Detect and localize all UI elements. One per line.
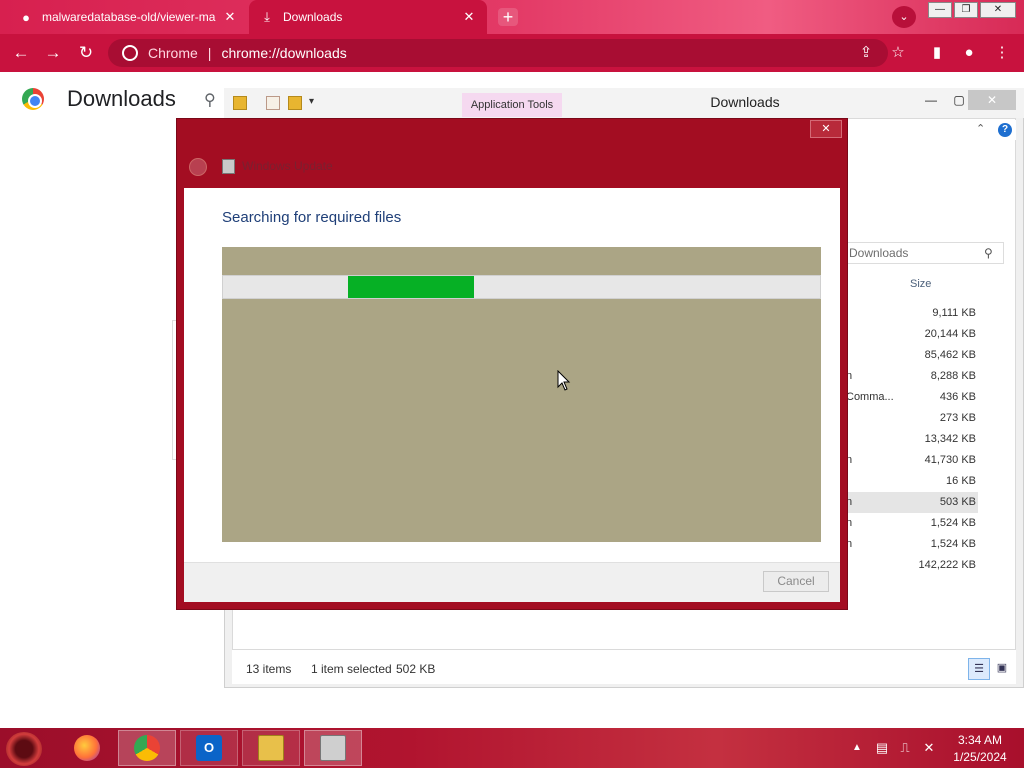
details-view-icon[interactable]: ☰ (968, 658, 990, 680)
file-size-cell[interactable]: 436 KB (900, 387, 976, 408)
new-tab-button[interactable]: + (498, 8, 518, 26)
url-text: chrome://downloads (221, 45, 347, 61)
dialog-close-button[interactable]: ✕ (810, 120, 842, 138)
close-tab-icon[interactable]: ✕ (461, 9, 477, 25)
volume-muted-icon[interactable]: ✕ (921, 740, 937, 756)
restore-button[interactable]: ❐ (954, 2, 978, 18)
tab-title: Downloads (283, 10, 343, 24)
back-circle-icon[interactable] (189, 158, 207, 176)
back-button[interactable]: ← (10, 42, 32, 64)
start-button[interactable] (6, 732, 42, 766)
address-bar[interactable]: Chrome | chrome://downloads (108, 39, 888, 67)
explorer-title: Downloads (710, 94, 780, 110)
column-header-size[interactable]: Size (910, 278, 931, 290)
taskbar-file-explorer[interactable] (242, 730, 300, 766)
share-icon[interactable]: ⇪ (855, 42, 877, 64)
search-icon[interactable]: ⚲ (204, 90, 216, 110)
taskbar-outlook[interactable]: O (180, 730, 238, 766)
chrome-icon (134, 735, 160, 761)
folder-icon (258, 735, 284, 761)
file-size-cell[interactable]: 9,111 KB (900, 303, 976, 324)
chevron-up-icon[interactable]: ⌃ (976, 122, 985, 135)
file-size-cell[interactable]: 273 KB (900, 408, 976, 429)
clock-date[interactable]: 1/25/2024 (948, 750, 1012, 764)
file-size-cell[interactable]: 1,524 KB (900, 513, 976, 534)
ribbon-tab-application-tools[interactable]: Application Tools (462, 93, 562, 117)
close-tab-icon[interactable]: ✕ (222, 9, 238, 25)
side-panel-icon[interactable]: ▮ (926, 42, 948, 64)
mouse-cursor-icon (557, 370, 571, 391)
dialog-footer (184, 562, 840, 602)
large-icons-view-icon[interactable]: ▣ (994, 660, 1010, 676)
file-size-cell[interactable]: 41,730 KB (900, 450, 976, 471)
file-size-cell[interactable]: 8,288 KB (900, 366, 976, 387)
file-size-cell[interactable]: 1,524 KB (900, 534, 976, 555)
folder-icon[interactable] (233, 96, 247, 110)
dialog-heading: Searching for required files (222, 209, 402, 226)
tab-search-button[interactable]: ⌄ (892, 6, 916, 28)
github-icon: ● (22, 9, 30, 25)
file-size-cell[interactable]: 503 KB (900, 492, 976, 513)
search-icon[interactable]: ⚲ (984, 246, 993, 260)
minimize-button[interactable]: — (928, 2, 952, 18)
help-icon[interactable]: ? (998, 123, 1012, 137)
profile-avatar-icon[interactable]: ● (958, 42, 980, 64)
ribbon-help-bar (848, 120, 1016, 140)
file-size-cell[interactable]: 13,342 KB (900, 429, 976, 450)
tab-downloads[interactable]: ⤓ Downloads ✕ (249, 0, 487, 34)
separator: | (207, 45, 212, 61)
bookmark-star-icon[interactable]: ☆ (887, 42, 909, 64)
page-title: Downloads (67, 86, 176, 111)
file-size-cell[interactable]: 142,222 KB (900, 555, 977, 576)
cancel-button[interactable]: Cancel (763, 571, 829, 592)
dialog-app-title: Windows Update (242, 159, 333, 173)
status-item-count: 13 items (246, 662, 292, 676)
action-center-icon[interactable]: ▤ (874, 740, 890, 756)
download-icon: ⤓ (264, 9, 270, 24)
progress-bar-fill (347, 276, 474, 298)
app-icon (222, 159, 235, 174)
file-size-cell[interactable]: 16 KB (900, 471, 976, 492)
qat-dropdown-icon[interactable]: ▾ (309, 96, 314, 107)
tab-github[interactable]: ● malwaredatabase-old/viewer-ma ✕ (8, 0, 248, 34)
close-window-button[interactable]: ✕ (980, 2, 1016, 18)
progress-bar (222, 275, 821, 299)
status-selection-size: 502 KB (396, 662, 436, 676)
file-name-fragment[interactable]: Comma... (846, 387, 894, 408)
taskbar-firefox[interactable] (58, 730, 116, 766)
menu-kebab-icon[interactable]: ⋮ (991, 42, 1013, 64)
file-size-cell[interactable]: 85,462 KB (900, 345, 976, 366)
explorer-close-button[interactable]: ✕ (968, 90, 1016, 110)
explorer-search-input[interactable]: Downloads (846, 242, 1004, 264)
explorer-titlebar (224, 88, 1024, 118)
tab-title: malwaredatabase-old/viewer-ma (42, 10, 216, 24)
firefox-icon (74, 735, 100, 761)
network-icon[interactable]: ⎍ (897, 740, 913, 756)
explorer-minimize-button[interactable]: — (918, 92, 944, 108)
forward-button[interactable]: → (42, 42, 64, 64)
site-label: Chrome (148, 45, 198, 61)
outlook-icon: O (196, 735, 222, 761)
status-selection: 1 item selected (311, 662, 392, 676)
taskbar-installer[interactable] (304, 730, 362, 766)
chrome-logo-icon (22, 88, 44, 110)
taskbar-chrome[interactable] (118, 730, 176, 766)
new-folder-icon[interactable] (288, 96, 302, 110)
show-hidden-icons-icon[interactable]: ▲ (852, 742, 862, 753)
file-size-cell[interactable]: 20,144 KB (900, 324, 976, 345)
clock-time[interactable]: 3:34 AM (948, 733, 1012, 747)
chrome-site-icon (122, 45, 138, 61)
reload-button[interactable]: ↻ (75, 42, 97, 64)
properties-icon[interactable] (266, 96, 280, 110)
installer-icon (320, 735, 346, 761)
